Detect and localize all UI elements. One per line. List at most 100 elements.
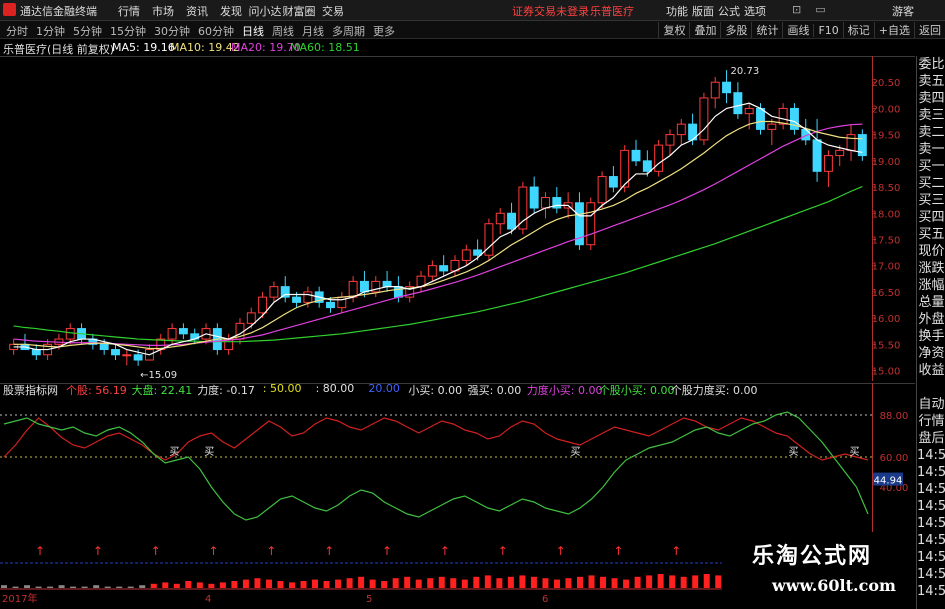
- ma10-label: MA10: 19.42: [170, 41, 240, 54]
- time-axis-label: 6: [542, 594, 548, 605]
- tool-button-7[interactable]: +自选: [873, 22, 914, 38]
- candle-body: [767, 123, 777, 130]
- price-tick-label: 17.00: [872, 262, 901, 273]
- panel-label-6: 买一: [918, 159, 945, 174]
- window-controls-icon[interactable]: ⊡▭: [792, 3, 840, 16]
- quote-panel: 委比 卖五 卖四 卖三 卖二 卖一 买一 买二 买三 买四 买五 现价 涨跌 涨幅 总量 外盘 换手 净资 收益 自动…: [916, 56, 945, 609]
- volume-bar: [323, 581, 330, 588]
- right-menu-item-0[interactable]: 功能: [664, 3, 690, 19]
- tool-button-5[interactable]: F10: [813, 24, 842, 37]
- candle-body: [733, 92, 743, 115]
- signal-arrow-icon: ↑: [440, 544, 450, 558]
- period-tabs: 分时 1分钟 5分钟 15分钟 30分钟 60分钟 日线 周线 月线 多周期 更多: [2, 23, 399, 39]
- price-tick-label: 20.50: [872, 78, 901, 89]
- period-tab-7[interactable]: 周线: [268, 23, 298, 39]
- volume-bar: [369, 579, 376, 588]
- candle-body: [699, 97, 709, 141]
- period-tab-10[interactable]: 更多: [369, 23, 399, 39]
- period-tab-4[interactable]: 30分钟: [150, 23, 194, 39]
- tool-button-2[interactable]: 多股: [720, 22, 751, 38]
- tool-button-3[interactable]: 统计: [751, 22, 782, 38]
- candle-body: [756, 107, 765, 130]
- menu-item-5[interactable]: 财富圈: [282, 3, 316, 19]
- buy-label: 买: [169, 446, 179, 458]
- signal-arrow-icon: ↑: [498, 544, 508, 558]
- menu-item-0[interactable]: 行情: [112, 3, 146, 19]
- period-tab-6[interactable]: 日线: [238, 23, 268, 39]
- menu-item-6[interactable]: 交易: [316, 3, 350, 19]
- candle-body: [744, 107, 754, 115]
- candle-body: [710, 81, 720, 99]
- period-tab-9[interactable]: 多周期: [328, 23, 369, 39]
- volume-bar: [381, 581, 388, 588]
- volume-bar: [116, 586, 123, 588]
- volume-bar: [542, 578, 549, 588]
- panel-label-4: 卖二: [918, 125, 945, 140]
- panel-label-30: 14:50: [917, 567, 945, 582]
- price-tick-label: 18.50: [872, 183, 901, 194]
- volume-bar: [277, 581, 284, 588]
- period-tab-1[interactable]: 1分钟: [32, 23, 69, 39]
- period-tab-3[interactable]: 15分钟: [106, 23, 150, 39]
- candle-body: [597, 176, 607, 204]
- panel-label-29: 14:50: [917, 550, 945, 565]
- candle-body: [348, 280, 358, 298]
- volume-bar: [600, 576, 607, 588]
- right-menu-item-3[interactable]: 选项: [742, 3, 768, 19]
- low-annotation: ←15.09: [140, 370, 177, 381]
- volume-bar: [58, 585, 65, 588]
- volume-bar: [565, 578, 572, 588]
- volume-bar: [127, 586, 134, 588]
- tool-button-1[interactable]: 叠加: [689, 22, 720, 38]
- guest-label[interactable]: 游客: [892, 3, 914, 19]
- price-chart[interactable]: 20.50 20.00 19.50 19.00 18.50 18.00 17.50 17.00…: [0, 56, 915, 381]
- volume-bar: [415, 579, 422, 588]
- tool-button-6[interactable]: 标记: [842, 22, 874, 38]
- panel-label-19: [917, 379, 945, 396]
- period-tab-2[interactable]: 5分钟: [69, 23, 106, 39]
- ma5-label: MA5: 19.16: [112, 41, 175, 54]
- chart-toolbar: 复权 叠加 多股 统计 画线 F10 标记 +自选 返回: [658, 22, 945, 38]
- period-tab-0[interactable]: 分时: [2, 23, 32, 39]
- panel-label-15: 外盘: [918, 312, 945, 327]
- candle-body: [473, 249, 483, 256]
- price-tick-label: 15.00: [872, 367, 901, 378]
- menu-item-2[interactable]: 资讯: [180, 3, 214, 19]
- volume-bar: [1, 585, 7, 588]
- candle-body: [529, 186, 539, 209]
- tool-button-4[interactable]: 画线: [782, 22, 813, 38]
- price-tick-label: 16.00: [872, 314, 901, 325]
- right-menu-item-2[interactable]: 公式: [716, 3, 742, 19]
- tool-button-8[interactable]: 返回: [914, 22, 945, 38]
- volume-bar: [173, 583, 180, 588]
- ma60-label: MA60: 18.51: [290, 41, 360, 54]
- volume-bar: [219, 582, 226, 588]
- period-tab-5[interactable]: 60分钟: [194, 23, 238, 39]
- price-tick-label: 15.50: [872, 340, 901, 351]
- menu-item-4[interactable]: 问小达: [248, 3, 282, 19]
- login-notice[interactable]: 证券交易未登录: [512, 3, 589, 19]
- volume-bar: [312, 579, 319, 588]
- volume-bar: [231, 581, 238, 588]
- volume-bar: [70, 586, 77, 588]
- menu-item-3[interactable]: 发现: [214, 3, 248, 19]
- candle-body: [846, 134, 856, 151]
- candle-body: [518, 186, 528, 230]
- volume-bar: [577, 576, 583, 588]
- candle-body: [541, 197, 550, 209]
- signal-arrow-icon: ↑: [671, 544, 681, 558]
- candle-body: [359, 280, 369, 293]
- candle-body: [258, 296, 268, 314]
- menu-item-1[interactable]: 市场: [146, 3, 180, 19]
- app-logo-icon: [3, 3, 16, 16]
- volume-bar: [289, 582, 295, 588]
- panel-label-24: 14:50: [917, 465, 945, 480]
- stock-tab[interactable]: 乐普医疗: [590, 3, 634, 19]
- buy-label: 买: [571, 446, 581, 458]
- tool-button-0[interactable]: 复权: [658, 22, 689, 38]
- panel-label-0: 委比: [918, 57, 945, 72]
- signal-arrow-icon: ↑: [151, 544, 161, 558]
- period-tab-8[interactable]: 月线: [298, 23, 328, 39]
- candle-body: [99, 343, 109, 351]
- right-menu-item-1[interactable]: 版面: [690, 3, 716, 19]
